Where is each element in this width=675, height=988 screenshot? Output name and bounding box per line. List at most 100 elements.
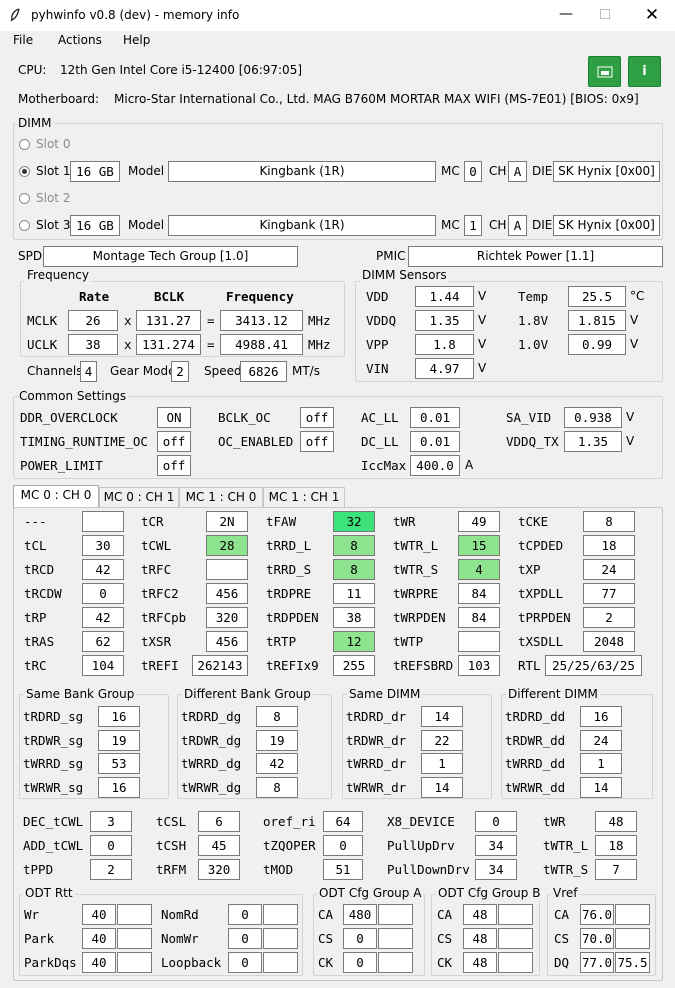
odt-label: Wr — [24, 907, 40, 922]
maximize-button[interactable] — [589, 0, 629, 31]
slot-1-radio[interactable] — [19, 166, 30, 177]
vref-label: CA — [554, 907, 570, 922]
uclk-unit: MHz — [308, 337, 331, 352]
group-row-value: 22 — [421, 729, 463, 751]
power-limit-label: POWER_LIMIT — [20, 458, 103, 473]
misc-value: 3 — [90, 811, 132, 832]
vref-value: 70.0 — [580, 928, 614, 949]
odt-label: Park — [24, 931, 55, 946]
timing-value: 49 — [458, 511, 500, 532]
uclk-rate: 38 — [68, 334, 118, 355]
feather-icon — [10, 8, 20, 22]
timing-label: tRFC — [141, 562, 172, 577]
vpp-value: 1.8 — [415, 334, 474, 355]
tab-mc0-ch0[interactable]: MC 0 : CH 0 — [13, 485, 99, 508]
timing-value: 32 — [333, 511, 375, 532]
save-icon — [597, 66, 612, 78]
timing-value: 456 — [206, 583, 248, 604]
misc-value: 320 — [198, 859, 240, 880]
group-row-value: 8 — [256, 706, 298, 727]
vref-value-2 — [615, 928, 650, 949]
vpp-unit: V — [478, 337, 487, 351]
misc-label: ADD_tCWL — [23, 838, 84, 853]
misc-value: 0 — [90, 835, 132, 856]
odt-cfg-a-title: ODT Cfg Group A — [317, 886, 424, 900]
timing-value: 2 — [583, 607, 635, 628]
group-row-value: 16 — [98, 706, 140, 727]
timing-value: 320 — [206, 607, 248, 628]
cpu-label: CPU: — [18, 63, 47, 77]
mclk-eq: = — [207, 313, 215, 328]
cfgA-value-2 — [378, 904, 413, 925]
slot-0-radio[interactable] — [19, 139, 30, 150]
cfgA-value-2 — [378, 952, 413, 973]
slot-1-die: SK Hynix [0x00] — [553, 161, 660, 182]
odt-value-2 — [263, 952, 298, 973]
info-button[interactable]: i — [628, 56, 661, 87]
tab-mc0-ch1[interactable]: MC 0 : CH 1 — [99, 487, 179, 507]
freq-header-bclk: BCLK — [154, 289, 185, 304]
slot-2-label: Slot 2 — [36, 191, 71, 205]
cfgB-label: CK — [437, 955, 453, 970]
misc-label: tMOD — [263, 862, 294, 877]
mclk-x: x — [124, 313, 132, 328]
tab-mc1-ch0[interactable]: MC 1 : CH 0 — [179, 487, 263, 507]
menu-help[interactable]: Help — [123, 33, 150, 47]
menu-file[interactable]: File — [13, 33, 33, 47]
tab-mc1-ch1[interactable]: MC 1 : CH 1 — [263, 487, 345, 507]
group-row-label: tWRRD_dd — [505, 756, 566, 771]
group-row-value: 14 — [421, 776, 463, 798]
cfgA-value: 0 — [343, 952, 377, 973]
v18-label: 1.8V — [518, 313, 549, 328]
misc-label: PullUpDrv — [387, 838, 455, 853]
dimm-sensors-title: DIMM Sensors — [360, 268, 449, 282]
misc-value: 34 — [475, 835, 517, 856]
minimize-button[interactable]: — — [543, 0, 589, 31]
temp-label: Temp — [518, 289, 549, 304]
timing-value: 62 — [82, 631, 124, 652]
group-row-label: tWRWR_dr — [346, 779, 407, 795]
group-row-value: 16 — [98, 776, 140, 798]
misc-value: 0 — [475, 811, 517, 832]
group-title: Different Bank Group — [182, 687, 313, 701]
cfgA-value-2 — [378, 928, 413, 949]
slot-2-radio[interactable] — [19, 193, 30, 204]
save-button[interactable] — [588, 56, 621, 87]
slot-1-ch: A — [508, 161, 527, 182]
timing-value: 104 — [82, 655, 124, 676]
cfgA-label: CK — [318, 955, 334, 970]
odt-cfg-b-title: ODT Cfg Group B — [436, 886, 543, 900]
odt-label: ParkDqs — [24, 955, 77, 970]
close-button[interactable]: ✕ — [629, 0, 675, 31]
slot-3-radio[interactable] — [19, 220, 30, 231]
vddq-value: 1.35 — [415, 310, 474, 331]
timing-value: 15 — [458, 535, 500, 556]
misc-value: 6 — [198, 811, 240, 832]
misc-label: DEC_tCWL — [23, 814, 84, 829]
temp-value: 25.5 — [568, 286, 626, 307]
slot-3-model-label: Model — [128, 218, 165, 232]
vdd-unit: V — [478, 289, 487, 303]
menu-actions[interactable]: Actions — [58, 33, 102, 47]
timing-label: tREFI — [141, 658, 179, 673]
group-title: Different DIMM — [506, 687, 600, 701]
uclk-label: UCLK — [27, 337, 58, 352]
timing-label: tXP — [518, 562, 541, 577]
group-row-label: tRDWR_dr — [346, 732, 407, 748]
vref-value: 77.0 — [580, 952, 614, 973]
timing-label: --- — [24, 514, 47, 529]
slot-3-label: Slot 3 — [36, 218, 71, 232]
timing-value: 11 — [333, 583, 375, 604]
misc-value: 2 — [90, 859, 132, 880]
speed-value: 6826 — [240, 361, 287, 382]
timing-value: 77 — [583, 583, 635, 604]
timing-value: 42 — [82, 559, 124, 580]
timing-label: tRAS — [24, 634, 55, 649]
slot-3-size: 16 GB — [70, 215, 120, 236]
misc-label: PullDownDrv — [387, 862, 470, 877]
uclk-frequency: 4988.41 — [220, 334, 303, 355]
motherboard-label: Motherboard: — [18, 92, 100, 106]
timing-label: tRRD_S — [266, 562, 312, 577]
misc-value: 34 — [475, 859, 517, 880]
slot-1-die-label: DIE — [532, 164, 553, 178]
